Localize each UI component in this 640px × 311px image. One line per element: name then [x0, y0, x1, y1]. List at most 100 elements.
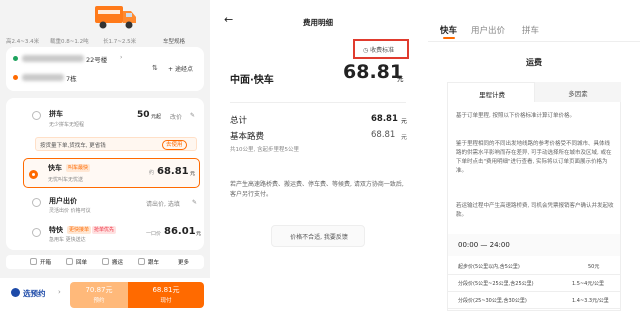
tab-carpool[interactable]: 拼车 — [522, 24, 539, 36]
end-dot-icon — [13, 75, 18, 80]
checkbox-open-box[interactable] — [30, 258, 37, 265]
tab-user-bid[interactable]: 用户出价 — [471, 24, 505, 36]
truck-image — [93, 3, 139, 31]
option-price-unit: 元起 — [151, 114, 162, 120]
toll-note: 若运输过程中产生高速路桥费, 司机会凭票报销客户确认并发起收款。 — [456, 203, 614, 218]
divider — [230, 102, 406, 103]
total-value: 68.81 — [371, 114, 398, 124]
option-super-express[interactable]: 特快 更快接单 抢单优先 急用车 更快送达 一口价 86.01 元 — [6, 222, 204, 248]
fee-standard-box[interactable]: ◷ 收费标准 — [353, 39, 409, 59]
from-address-suffix: 22号楼 — [86, 56, 108, 64]
use-hint-button[interactable]: 去使用 — [162, 140, 187, 150]
button-price: 68.81元 — [152, 286, 180, 294]
fee-standard-link: 收费标准 — [370, 47, 395, 54]
checkbox-receipt[interactable] — [66, 258, 73, 265]
option-badge: 更快接单 — [67, 226, 92, 234]
total-price-unit: 元 — [397, 75, 404, 83]
table-cell-value: 1.5~4元/公里 — [572, 281, 605, 287]
option-title: 快车 — [48, 164, 62, 172]
option-title: 拼车 — [49, 110, 63, 118]
clock-icon[interactable] — [11, 288, 20, 297]
vehicle-type: 中面·快车 — [230, 75, 274, 86]
base-fee-unit: 元 — [401, 134, 408, 141]
radio-express[interactable] — [29, 170, 38, 179]
size-length: 长1.7~2.5米 — [103, 39, 137, 45]
service-label: 跟车 — [148, 260, 160, 266]
radio-super-express[interactable] — [32, 228, 41, 237]
chevron-right-icon: › — [58, 288, 61, 296]
option-subtitle: 急用车 更快送达 — [49, 237, 86, 243]
section-title: 运费 — [526, 58, 542, 67]
plus-icon: + — [168, 66, 174, 73]
option-price: 68.81 — [157, 166, 189, 177]
active-tab-indicator — [443, 37, 455, 39]
subtab-multi-factor[interactable]: 多因素 — [535, 82, 621, 102]
checkbox-moving[interactable] — [102, 258, 109, 265]
service-label: 搬运 — [112, 260, 124, 266]
tab-express[interactable]: 快车 — [440, 24, 457, 36]
table-row: 分段价(25~30公里,含30公里) 1.4~3.3元/公里 — [448, 292, 620, 309]
total-value-unit: 元 — [401, 118, 408, 125]
table-cell-label: 分段价(25~30公里,含30公里) — [458, 298, 527, 304]
price-feedback-button[interactable]: 价格不合适, 我要反馈 — [271, 225, 365, 247]
total-price: 68.81 — [343, 61, 404, 83]
option-price: 50 — [137, 110, 150, 120]
base-fee-label: 基本路费 — [230, 132, 265, 142]
pencil-icon: ✎ — [192, 199, 198, 206]
swap-icon[interactable]: ⇅ — [152, 64, 158, 72]
base-fee-value: 68.81 — [371, 130, 396, 140]
from-address[interactable] — [22, 55, 84, 62]
total-label: 总计 — [230, 116, 248, 126]
hint-bar: 按货量下单,货找车, 更省钱 去使用 — [35, 137, 197, 151]
base-fee-note: 共10公里, 含起步里程5公里 — [230, 147, 299, 153]
chevron-right-icon: › — [120, 54, 123, 61]
table-row: 起步价(5公里以内,含5公里) 50元 — [448, 258, 620, 275]
option-carpool[interactable]: 拼车 无少拼车无短程 50 元起 改价 ✎ — [6, 106, 204, 136]
to-address[interactable] — [22, 74, 64, 81]
fee-standard-panel: 快车 用户出价 拼车 运费 里程计费 多因素 基于订单里程, 按照以下价格标准计… — [428, 0, 640, 311]
table-cell-label: 起步价(5公里以内,含5公里) — [458, 264, 520, 270]
radio-user-bid[interactable] — [32, 198, 41, 207]
content-box: 基于订单里程, 按照以下价格标准计算订单价格。 鉴于里程相同的不同出发地线路的参… — [447, 102, 621, 311]
table-cell-value: 1.4~3.3元/公里 — [572, 298, 609, 304]
size-height: 高2.4~3.4米 — [6, 39, 40, 45]
option-prefix: 一口价 — [146, 231, 162, 237]
option-subtitle: 无少拼车无短程 — [49, 122, 85, 128]
table-cell-value: 50元 — [588, 264, 600, 270]
service-label: 回单 — [76, 260, 88, 266]
time-range-row: 00:00 — 24:00 — [448, 234, 620, 256]
radio-carpool[interactable] — [32, 111, 41, 120]
option-prefix: 约 — [149, 170, 155, 176]
option-price-unit: 元 — [190, 171, 196, 177]
start-dot-icon — [13, 56, 18, 61]
more-services-link[interactable]: 更多 — [178, 258, 189, 266]
option-badge: 叫车最快 — [66, 164, 91, 172]
service-label: 开箱 — [40, 260, 52, 266]
book-order-button[interactable]: 70.87元 预约 — [70, 282, 128, 308]
address-card: 22号楼 › 7栋 ⇅ + 途经点 — [6, 47, 204, 91]
table-cell-label: 分段价(5公里~25公里,含25公里) — [458, 281, 534, 287]
option-express[interactable]: 快车 叫车最快 无忧叫车无忧送 约 68.81 元 — [23, 158, 200, 188]
option-badge: 抢单优先 — [92, 226, 117, 234]
option-subtitle: 灵活出价 价格可议 — [49, 208, 91, 214]
table-row: 分段价(5公里~25公里,含25公里) 1.5~4元/公里 — [448, 275, 620, 292]
button-sub: 现付 — [160, 298, 172, 304]
spec-link[interactable]: 车型规格 — [163, 37, 185, 45]
edit-price-link[interactable]: 改价 — [170, 112, 182, 121]
hint-text: 按货量下单,货找车, 更省钱 — [40, 143, 106, 149]
to-address-suffix: 7栋 — [66, 75, 77, 83]
pay-now-button[interactable]: 68.81元 现付 — [128, 282, 204, 308]
checkbox-follow[interactable] — [138, 258, 145, 265]
pencil-icon: ✎ — [190, 112, 196, 119]
subtab-mileage[interactable]: 里程计费 — [447, 82, 535, 102]
option-user-bid[interactable]: 用户出价 灵活出价 价格可议 请出价, 选填 ✎ — [6, 193, 204, 219]
tabs-divider — [428, 41, 640, 42]
surcharge-notice: 若产生高速路桥费、搬运费、停车费、等候费, 请双方协商一致后, 客户另行支付。 — [230, 181, 404, 198]
bid-input[interactable]: 请出价, 选填 — [146, 199, 180, 208]
clock-icon: ◷ — [363, 47, 369, 54]
book-label[interactable]: 选预约 — [23, 288, 46, 299]
option-price-unit: 元 — [196, 231, 202, 237]
option-price: 86.01 — [164, 226, 196, 237]
order-panel: 高2.4~3.4米 载重0.8~1.2吨 长1.7~2.5米 车型规格 22号楼… — [0, 0, 210, 311]
add-stop-button[interactable]: + 途经点 — [168, 64, 193, 73]
